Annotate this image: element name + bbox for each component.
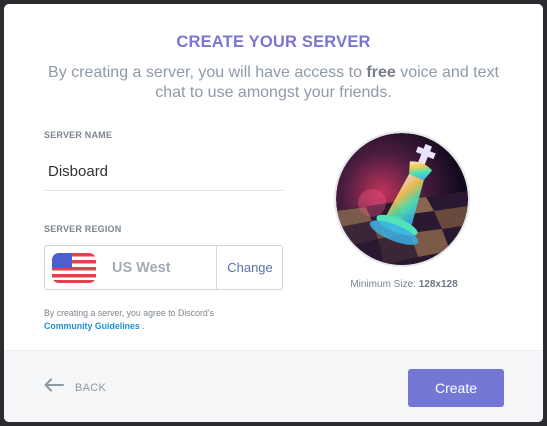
terms-suffix: . bbox=[139, 321, 145, 331]
min-size-value: 128x128 bbox=[418, 279, 458, 290]
dialog-footer: BACK Create bbox=[4, 350, 543, 422]
min-size-label: Minimum Size: bbox=[350, 279, 419, 290]
community-guidelines-link[interactable]: Community Guidelines bbox=[44, 321, 140, 331]
arrow-left-icon bbox=[44, 378, 64, 392]
min-size-hint: Minimum Size: 128x128 bbox=[304, 279, 504, 290]
create-server-dialog: CREATE YOUR SERVER By creating a server,… bbox=[4, 4, 543, 422]
subtitle-prefix: By creating a server, you will have acce… bbox=[48, 64, 367, 81]
server-name-label: SERVER NAME bbox=[44, 130, 113, 140]
dialog-subtitle: By creating a server, you will have acce… bbox=[44, 63, 503, 103]
create-button[interactable]: Create bbox=[408, 369, 504, 407]
us-flag-icon bbox=[52, 253, 96, 283]
region-value: US West bbox=[112, 260, 171, 276]
back-label: BACK bbox=[75, 382, 107, 394]
server-icon-upload[interactable] bbox=[334, 131, 470, 267]
subtitle-emphasis: free bbox=[366, 64, 396, 81]
chess-king-glowing-image bbox=[336, 133, 468, 265]
server-region-label: SERVER REGION bbox=[44, 224, 122, 234]
change-region-button[interactable]: Change bbox=[217, 246, 283, 289]
dialog-title: CREATE YOUR SERVER bbox=[176, 33, 371, 51]
terms-text: By creating a server, you agree to Disco… bbox=[44, 308, 214, 318]
server-name-input[interactable]: Disboard bbox=[44, 157, 284, 191]
server-region-selector[interactable]: US West Change bbox=[44, 245, 283, 290]
terms-notice: By creating a server, you agree to Disco… bbox=[44, 307, 254, 333]
